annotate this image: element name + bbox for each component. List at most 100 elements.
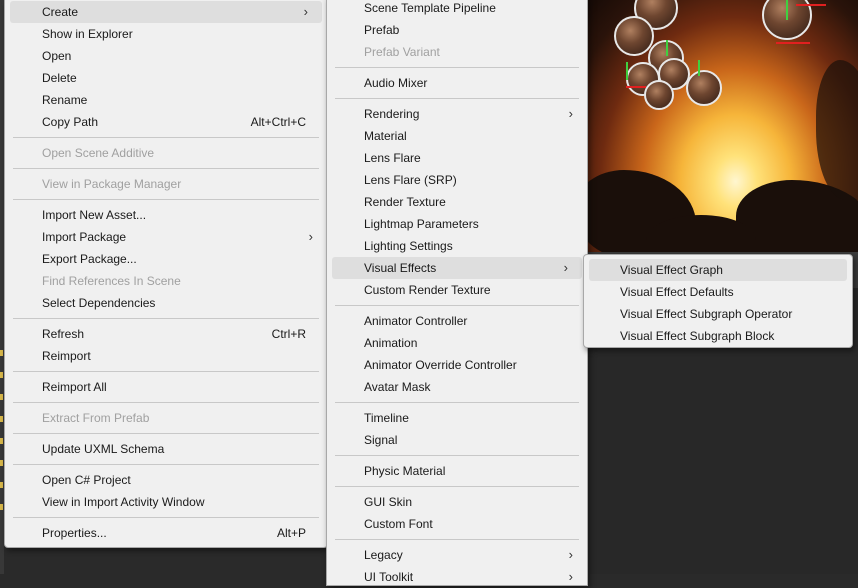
menu-item-label: Visual Effect Subgraph Block [620, 329, 775, 343]
menu-item-custom-font[interactable]: Custom Font [327, 513, 587, 535]
menu-item-show-in-explorer[interactable]: Show in Explorer [5, 23, 327, 45]
menu-item-label: Select Dependencies [42, 296, 156, 310]
menu-item-label: Rendering [364, 107, 420, 121]
chevron-right-icon: › [563, 260, 568, 275]
menu-item-label: Import New Asset... [42, 208, 147, 222]
menu-item-label: Animator Override Controller [364, 358, 517, 372]
menu-separator [13, 199, 319, 200]
menu-item-label: Open C# Project [42, 473, 131, 487]
menu-item-label: Delete [42, 71, 77, 85]
menu-item-label: Visual Effect Graph [620, 263, 723, 277]
menu-item-label: Physic Material [364, 464, 446, 478]
menu-item-visual-effect-subgraph-operator[interactable]: Visual Effect Subgraph Operator [584, 303, 852, 325]
menu-item-shortcut: Alt+P [276, 526, 306, 540]
menu-item-timeline[interactable]: Timeline [327, 407, 587, 429]
menu-item-label: Prefab [364, 23, 400, 37]
chevron-right-icon: › [568, 106, 573, 121]
menu-item-label: Create [42, 5, 79, 19]
menu-item-label: Render Texture [364, 195, 446, 209]
menu-item-label: Signal [364, 433, 398, 447]
menu-item-custom-render-texture[interactable]: Custom Render Texture [327, 279, 587, 301]
menu-item-label: View in Import Activity Window [42, 495, 205, 509]
menu-item-visual-effect-subgraph-block[interactable]: Visual Effect Subgraph Block [584, 325, 852, 347]
menu-item-avatar-mask[interactable]: Avatar Mask [327, 376, 587, 398]
menu-item-label: Reimport [42, 349, 91, 363]
menu-item-visual-effect-defaults[interactable]: Visual Effect Defaults [584, 281, 852, 303]
menu-item-physic-material[interactable]: Physic Material [327, 460, 587, 482]
menu-item-label: Lighting Settings [364, 239, 453, 253]
menu-separator [335, 486, 579, 487]
menu-item-open[interactable]: Open [5, 45, 327, 67]
menu-item-gui-skin[interactable]: GUI Skin [327, 491, 587, 513]
menu-item-refresh[interactable]: Refresh Ctrl+R [5, 323, 327, 345]
menu-item-view-in-import-activity-window[interactable]: View in Import Activity Window [5, 491, 327, 513]
menu-item-label: Scene Template Pipeline [364, 1, 496, 15]
menu-item-label: Custom Render Texture [364, 283, 491, 297]
menu-item-properties[interactable]: Properties... Alt+P [5, 522, 327, 544]
menu-separator [13, 517, 319, 518]
chevron-right-icon: › [303, 4, 308, 19]
menu-item-label: Lens Flare (SRP) [364, 173, 457, 187]
menu-item-animator-override-controller[interactable]: Animator Override Controller [327, 354, 587, 376]
menu-item-label: Avatar Mask [364, 380, 431, 394]
menu-item-label: Animation [364, 336, 418, 350]
menu-item-label: Custom Font [364, 517, 433, 531]
menu-separator [335, 539, 579, 540]
menu-item-lightmap-parameters[interactable]: Lightmap Parameters [327, 213, 587, 235]
menu-item-export-package[interactable]: Export Package... [5, 248, 327, 270]
menu-item-signal[interactable]: Signal [327, 429, 587, 451]
menu-separator [13, 433, 319, 434]
menu-item-rename[interactable]: Rename [5, 89, 327, 111]
menu-item-visual-effects[interactable]: Visual Effects › [332, 257, 582, 279]
menu-item-create[interactable]: Create › [10, 1, 322, 23]
menu-item-reimport-all[interactable]: Reimport All [5, 376, 327, 398]
context-menu-create: Scene Template Pipeline Prefab Prefab Vari… [326, 0, 588, 586]
menu-item-label: Copy Path [42, 115, 99, 129]
menu-item-material[interactable]: Material [327, 125, 587, 147]
menu-item-label: Import Package [42, 230, 127, 244]
menu-item-label: Audio Mixer [364, 76, 428, 90]
menu-item-lens-flare-srp[interactable]: Lens Flare (SRP) [327, 169, 587, 191]
menu-item-update-uxml-schema[interactable]: Update UXML Schema [5, 438, 327, 460]
menu-item-render-texture[interactable]: Render Texture [327, 191, 587, 213]
menu-item-label: Properties... [42, 526, 107, 540]
menu-item-label: Refresh [42, 327, 85, 341]
menu-item-label: Rename [42, 93, 88, 107]
menu-item-lighting-settings[interactable]: Lighting Settings [327, 235, 587, 257]
menu-item-animation[interactable]: Animation [327, 332, 587, 354]
menu-item-open-scene-additive: Open Scene Additive [5, 142, 327, 164]
menu-item-animator-controller[interactable]: Animator Controller [327, 310, 587, 332]
menu-item-audio-mixer[interactable]: Audio Mixer [327, 72, 587, 94]
menu-item-rendering[interactable]: Rendering › [327, 103, 587, 125]
menu-item-visual-effect-graph[interactable]: Visual Effect Graph [589, 259, 847, 281]
menu-item-label: Animator Controller [364, 314, 468, 328]
chevron-right-icon: › [308, 229, 313, 244]
menu-separator [13, 464, 319, 465]
menu-item-label: Legacy [364, 548, 403, 562]
context-menu-main: Create › Show in Explorer Open Delete Rename C… [4, 0, 328, 548]
menu-item-prefab-variant: Prefab Variant [327, 41, 587, 63]
menu-item-import-package[interactable]: Import Package › [5, 226, 327, 248]
menu-item-label: Visual Effect Subgraph Operator [620, 307, 793, 321]
menu-item-import-new-asset[interactable]: Import New Asset... [5, 204, 327, 226]
menu-item-label: View in Package Manager [42, 177, 182, 191]
menu-item-lens-flare[interactable]: Lens Flare [327, 147, 587, 169]
context-menu-visual-effects: Visual Effect Graph Visual Effect Default… [583, 254, 853, 348]
menu-separator [13, 371, 319, 372]
chevron-right-icon: › [568, 547, 573, 562]
menu-item-ui-toolkit[interactable]: UI Toolkit › [327, 566, 587, 588]
menu-item-label: Lightmap Parameters [364, 217, 479, 231]
menu-item-reimport[interactable]: Reimport [5, 345, 327, 367]
menu-item-shortcut: Alt+Ctrl+C [250, 115, 306, 129]
menu-item-prefab[interactable]: Prefab [327, 19, 587, 41]
menu-item-select-dependencies[interactable]: Select Dependencies [5, 292, 327, 314]
menu-separator [335, 402, 579, 403]
menu-item-scene-template-pipeline[interactable]: Scene Template Pipeline [327, 0, 587, 19]
menu-item-open-c-project[interactable]: Open C# Project [5, 469, 327, 491]
menu-item-legacy[interactable]: Legacy › [327, 544, 587, 566]
menu-separator [335, 98, 579, 99]
menu-item-label: Find References In Scene [42, 274, 181, 288]
menu-item-copy-path[interactable]: Copy Path Alt+Ctrl+C [5, 111, 327, 133]
menu-item-label: Export Package... [42, 252, 137, 266]
menu-item-delete[interactable]: Delete [5, 67, 327, 89]
